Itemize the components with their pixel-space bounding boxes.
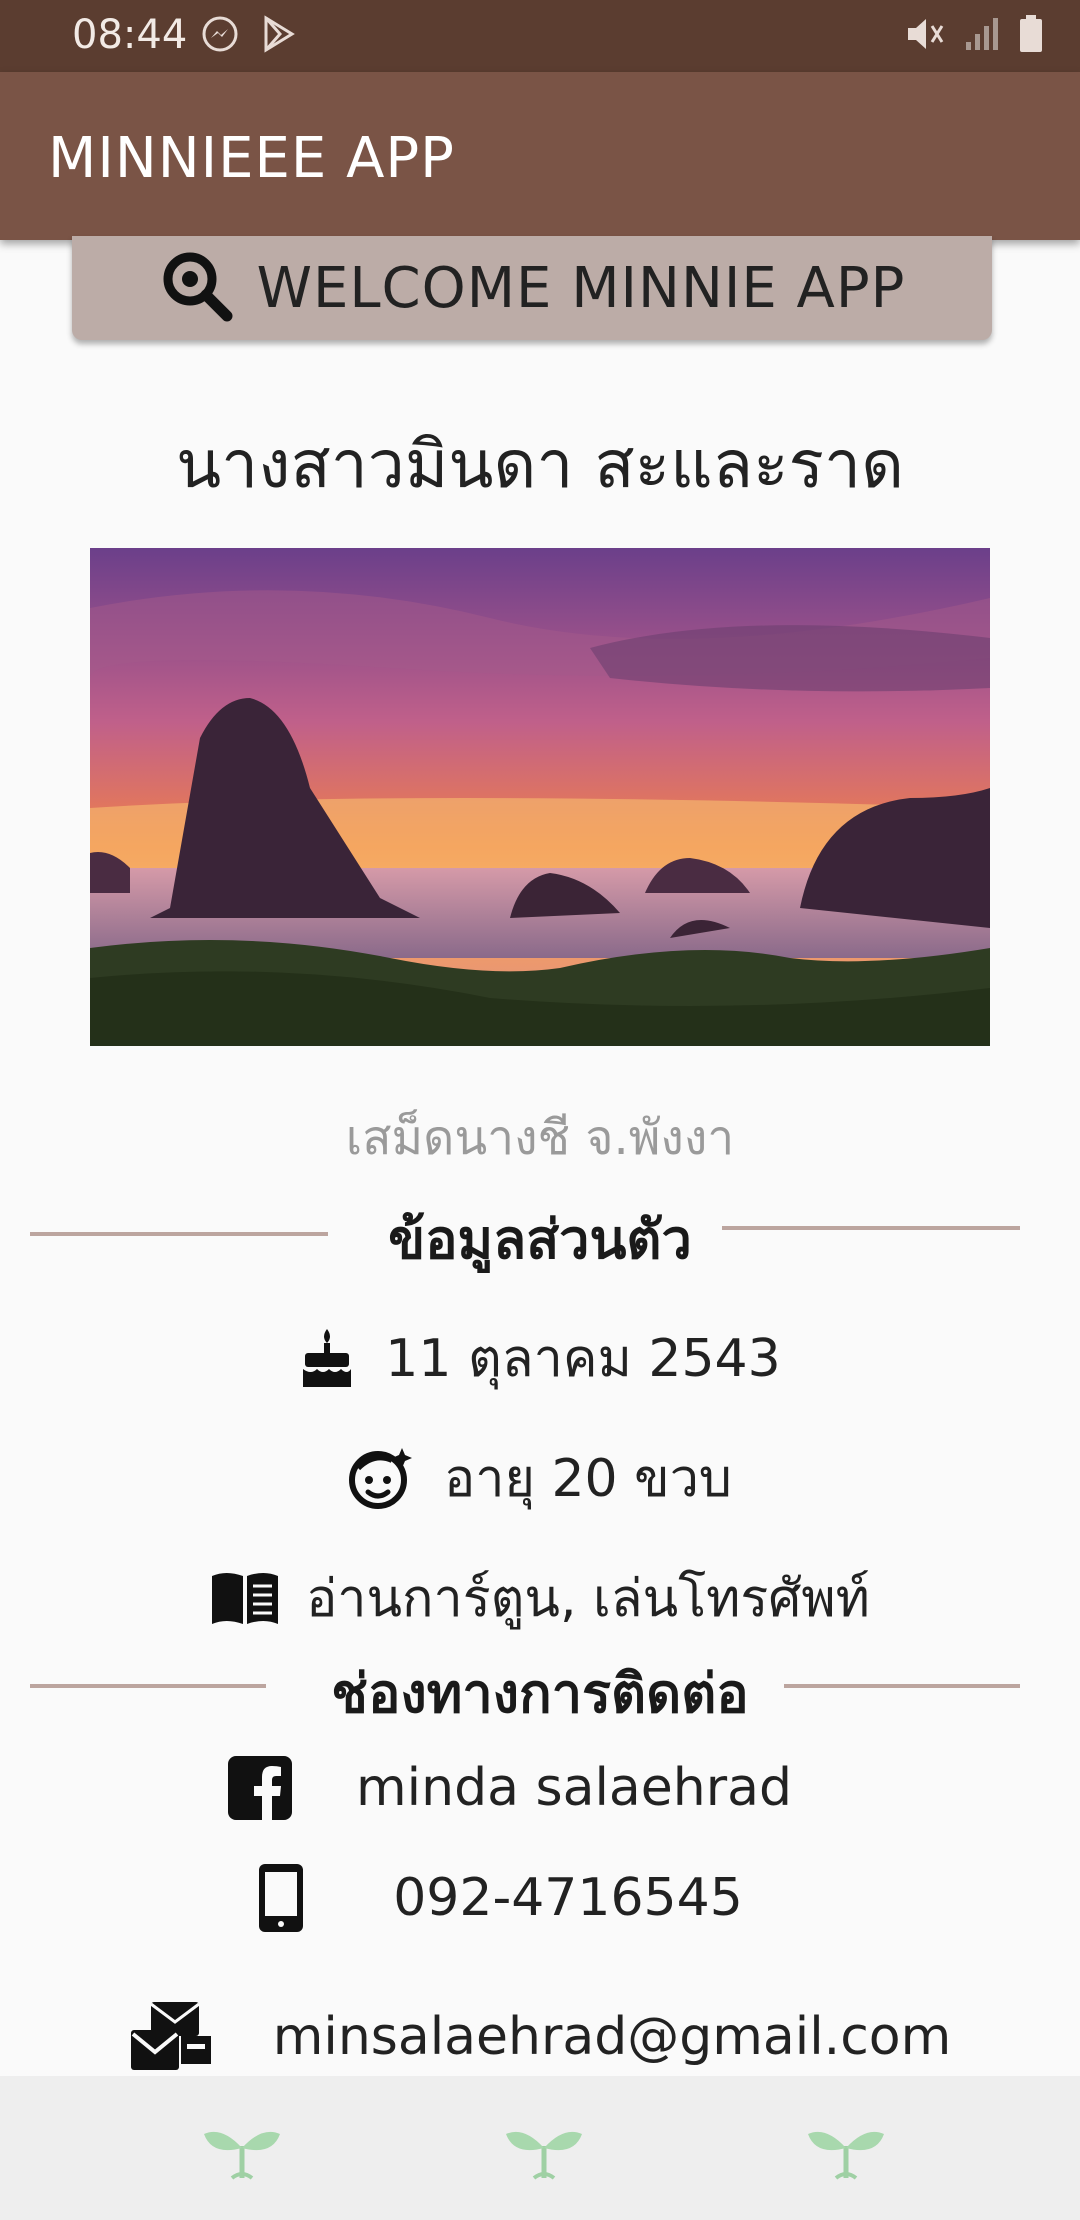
sprout-icon[interactable]: [202, 2116, 282, 2180]
phone-row[interactable]: 092-4716545: [0, 1862, 1040, 1934]
birthday-text: 11 ตุลาคม 2543: [385, 1329, 781, 1389]
app-title: MINNIEEE APP: [48, 126, 455, 191]
hobbies-row: อ่านการ์ตูน, เล่นโทรศัพท์: [0, 1556, 1080, 1639]
sprout-icon[interactable]: [806, 2116, 886, 2180]
facebook-icon: [228, 1756, 293, 1820]
play-store-icon: [258, 14, 298, 58]
contact-section-title: ช่องทางการติดต่อ: [331, 1662, 749, 1725]
facebook-text: minda salaehrad: [356, 1758, 792, 1818]
facebook-row[interactable]: minda salaehrad: [0, 1756, 1050, 1820]
landscape-photo: [90, 548, 990, 1046]
hobbies-text: อ่านการ์ตูน, เล่นโทรศัพท์: [306, 1569, 870, 1629]
bottom-navigation: [0, 2076, 1080, 2220]
book-icon: [210, 1570, 280, 1626]
face-icon: [348, 1446, 414, 1510]
photo-caption: เสม็ดนางชี จ.พังงา: [345, 1110, 735, 1166]
personal-section-title: ข้อมูลส่วนตัว: [388, 1208, 692, 1271]
status-bar: 08:44: [0, 0, 1080, 72]
phone-icon: [257, 1862, 305, 1934]
status-time: 08:44: [72, 12, 188, 58]
email-row[interactable]: minsalaehrad@gmail.com: [0, 2000, 1080, 2074]
welcome-button-label: WELCOME MINNIE APP: [256, 255, 906, 321]
email-text: minsalaehrad@gmail.com: [272, 2007, 952, 2067]
sprout-icon[interactable]: [504, 2116, 584, 2180]
battery-icon: [1018, 14, 1044, 58]
phone-text: 092-4716545: [393, 1868, 743, 1928]
birthday-row: 11 ตุลาคม 2543: [0, 1316, 1080, 1399]
profile-name: นางสาวมินดา สะและราด: [176, 426, 904, 503]
age-text: อายุ 20 ขวบ: [444, 1449, 732, 1509]
messenger-icon: [200, 14, 240, 58]
welcome-button[interactable]: WELCOME MINNIE APP: [72, 236, 992, 340]
mail-icon: [129, 2000, 213, 2074]
cake-icon: [299, 1327, 355, 1389]
app-bar: MINNIEEE APP: [0, 72, 1080, 240]
search-icon: [159, 248, 235, 328]
age-row: อายุ 20 ขวบ: [0, 1436, 1080, 1519]
mute-icon: [904, 14, 946, 58]
signal-icon: [964, 14, 1000, 58]
